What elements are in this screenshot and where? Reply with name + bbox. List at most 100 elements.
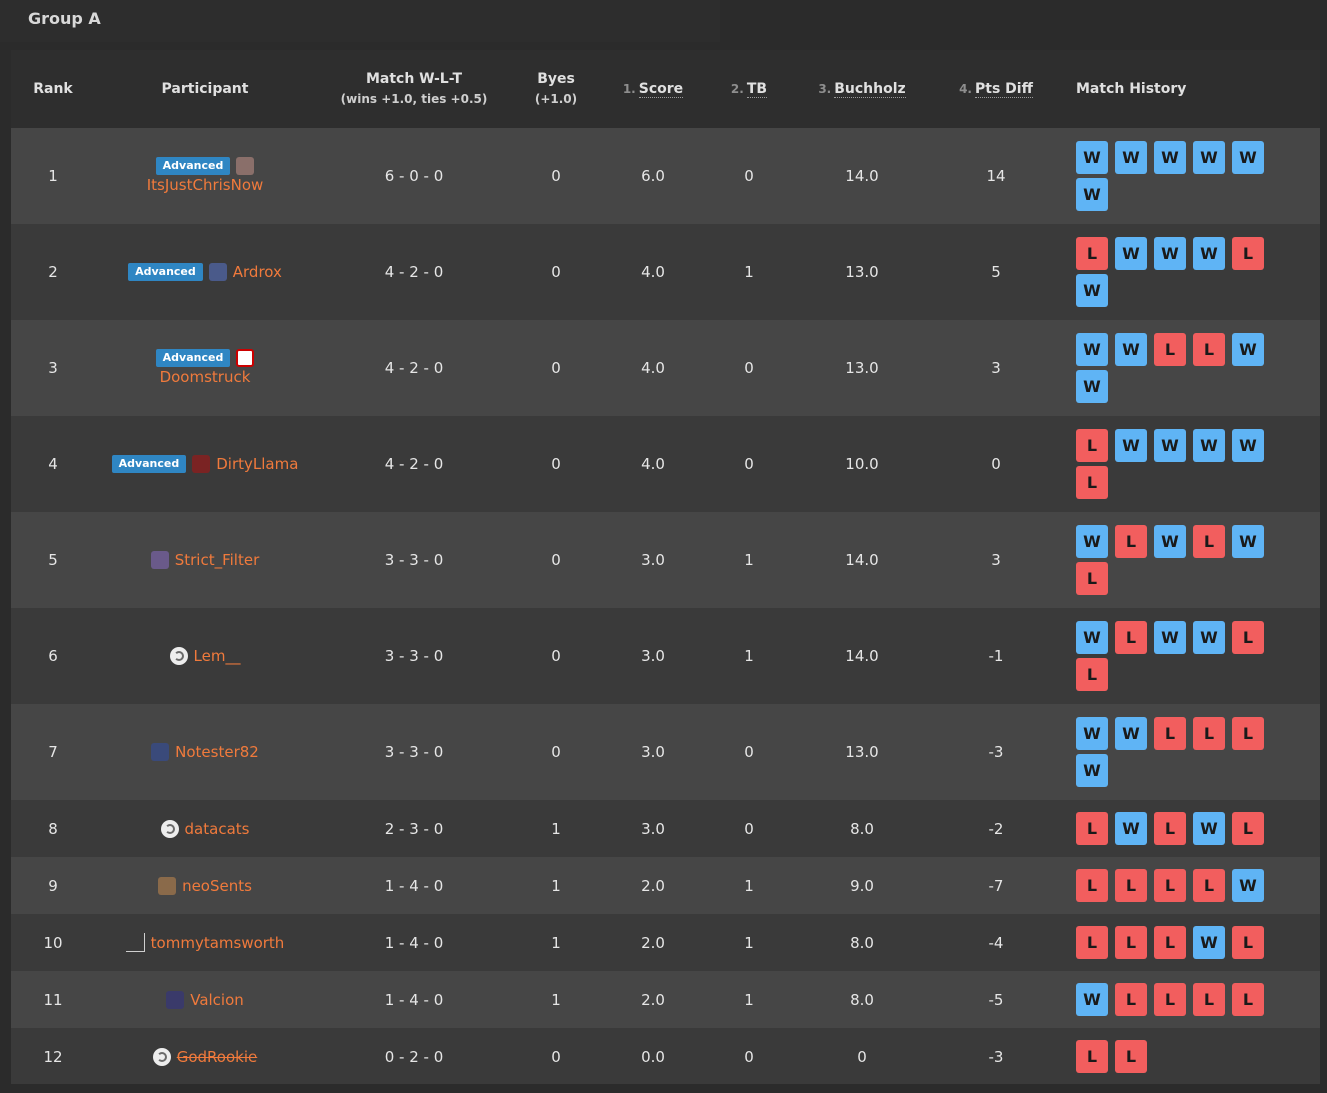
participant-name-link[interactable]: ItsJustChrisNow xyxy=(147,175,264,195)
buchholz-cell: 0 xyxy=(857,1047,867,1066)
participant-name-link[interactable]: GodRookie xyxy=(177,1047,258,1067)
participant-name-link[interactable]: Lem__ xyxy=(194,646,241,666)
match-win-chip[interactable]: W xyxy=(1232,525,1264,558)
score-cell: 4.0 xyxy=(641,455,665,473)
match-win-chip[interactable]: W xyxy=(1193,429,1225,462)
match-win-chip[interactable]: W xyxy=(1076,274,1108,307)
match-loss-chip[interactable]: L xyxy=(1076,658,1108,691)
match-win-chip[interactable]: W xyxy=(1115,812,1147,845)
match-loss-chip[interactable]: L xyxy=(1115,869,1147,902)
match-loss-chip[interactable]: L xyxy=(1232,621,1264,654)
match-win-chip[interactable]: W xyxy=(1115,429,1147,462)
match-loss-chip[interactable]: L xyxy=(1115,983,1147,1016)
match-win-chip[interactable]: W xyxy=(1076,525,1108,558)
match-win-chip[interactable]: W xyxy=(1115,333,1147,366)
participant-name-link[interactable]: datacats xyxy=(185,819,250,839)
match-loss-chip[interactable]: L xyxy=(1115,621,1147,654)
match-win-chip[interactable]: W xyxy=(1154,141,1186,174)
match-loss-chip[interactable]: L xyxy=(1232,812,1264,845)
rank-cell: 12 xyxy=(43,1047,63,1066)
participant-name-link[interactable]: Valcion xyxy=(190,990,244,1010)
match-loss-chip[interactable]: L xyxy=(1154,333,1186,366)
match-win-chip[interactable]: W xyxy=(1193,237,1225,270)
header-pts-diff[interactable]: 4. Pts Diff xyxy=(933,50,1059,128)
header-score[interactable]: 1. Score xyxy=(599,50,707,128)
match-win-chip[interactable]: W xyxy=(1193,926,1225,959)
score-cell: 2.0 xyxy=(641,990,665,1009)
participant-name-link[interactable]: neoSents xyxy=(182,876,252,896)
match-win-chip[interactable]: W xyxy=(1193,141,1225,174)
match-win-chip[interactable]: W xyxy=(1076,717,1108,750)
match-loss-chip[interactable]: L xyxy=(1076,466,1108,499)
match-win-chip[interactable]: W xyxy=(1193,621,1225,654)
participant-name-link[interactable]: Doomstruck xyxy=(160,367,251,387)
match-loss-chip[interactable]: L xyxy=(1076,926,1108,959)
participant-name-link[interactable]: Strict_Filter xyxy=(175,550,260,570)
match-loss-chip[interactable]: L xyxy=(1115,926,1147,959)
match-win-chip[interactable]: W xyxy=(1076,754,1108,787)
avatar xyxy=(125,933,145,952)
score-cell: 3.0 xyxy=(641,819,665,838)
match-win-chip[interactable]: W xyxy=(1076,178,1108,211)
match-win-chip[interactable]: W xyxy=(1154,621,1186,654)
match-loss-chip[interactable]: L xyxy=(1232,237,1264,270)
match-win-chip[interactable]: W xyxy=(1232,429,1264,462)
match-loss-chip[interactable]: L xyxy=(1076,429,1108,462)
score-cell: 2.0 xyxy=(641,876,665,895)
match-loss-chip[interactable]: L xyxy=(1193,983,1225,1016)
advanced-badge: Advanced xyxy=(155,349,231,367)
match-history: LLLWL xyxy=(1076,914,1286,971)
match-win-chip[interactable]: W xyxy=(1232,869,1264,902)
participant-name-link[interactable]: tommytamsworth xyxy=(151,933,285,953)
match-win-chip[interactable]: W xyxy=(1076,141,1108,174)
match-loss-chip[interactable]: L xyxy=(1076,1040,1108,1073)
participant-name-link[interactable]: Ardrox xyxy=(233,262,282,282)
match-loss-chip[interactable]: L xyxy=(1115,525,1147,558)
tb-cell: 1 xyxy=(744,990,754,1009)
match-loss-chip[interactable]: L xyxy=(1193,525,1225,558)
match-win-chip[interactable]: W xyxy=(1154,525,1186,558)
match-win-chip[interactable]: W xyxy=(1076,370,1108,403)
match-loss-chip[interactable]: L xyxy=(1154,717,1186,750)
participant-name-link[interactable]: Notester82 xyxy=(175,742,259,762)
match-history: LWWWLW xyxy=(1076,224,1286,320)
match-loss-chip[interactable]: L xyxy=(1076,237,1108,270)
pts-diff-cell: -5 xyxy=(988,990,1004,1009)
header-tb[interactable]: 2. TB xyxy=(707,50,791,128)
match-loss-chip[interactable]: L xyxy=(1193,333,1225,366)
match-loss-chip[interactable]: L xyxy=(1232,983,1264,1016)
match-win-chip[interactable]: W xyxy=(1154,429,1186,462)
group-title: Group A xyxy=(28,9,101,28)
match-loss-chip[interactable]: L xyxy=(1076,562,1108,595)
score-cell: 3.0 xyxy=(641,743,665,761)
match-history: WWLLWW xyxy=(1076,320,1286,416)
match-win-chip[interactable]: W xyxy=(1076,983,1108,1016)
table-row: 6 Lem__ 3 - 3 - 0 0 3.0 1 14.0 -1 W L W W L L xyxy=(11,608,1320,704)
match-win-chip[interactable]: W xyxy=(1115,717,1147,750)
match-loss-chip[interactable]: L xyxy=(1076,869,1108,902)
match-loss-chip[interactable]: L xyxy=(1154,926,1186,959)
match-win-chip[interactable]: W xyxy=(1115,141,1147,174)
match-loss-chip[interactable]: L xyxy=(1232,926,1264,959)
match-win-chip[interactable]: W xyxy=(1193,812,1225,845)
header-buchholz[interactable]: 3. Buchholz xyxy=(791,50,933,128)
match-win-chip[interactable]: W xyxy=(1076,333,1108,366)
match-loss-chip[interactable]: L xyxy=(1193,869,1225,902)
match-loss-chip[interactable]: L xyxy=(1076,812,1108,845)
match-win-chip[interactable]: W xyxy=(1154,237,1186,270)
match-win-chip[interactable]: W xyxy=(1115,237,1147,270)
match-loss-chip[interactable]: L xyxy=(1154,812,1186,845)
pts-diff-cell: 5 xyxy=(991,263,1001,281)
participant-name-link[interactable]: DirtyLlama xyxy=(216,454,298,474)
match-loss-chip[interactable]: L xyxy=(1193,717,1225,750)
match-loss-chip[interactable]: L xyxy=(1154,869,1186,902)
match-loss-chip[interactable]: L xyxy=(1232,717,1264,750)
match-loss-chip[interactable]: L xyxy=(1115,1040,1147,1073)
header-match-history: Match History xyxy=(1076,81,1187,97)
match-win-chip[interactable]: W xyxy=(1232,333,1264,366)
match-win-chip[interactable]: W xyxy=(1076,621,1108,654)
avatar xyxy=(208,263,227,281)
match-win-chip[interactable]: W xyxy=(1232,141,1264,174)
match-loss-chip[interactable]: L xyxy=(1154,983,1186,1016)
score-cell: 3.0 xyxy=(641,551,665,569)
